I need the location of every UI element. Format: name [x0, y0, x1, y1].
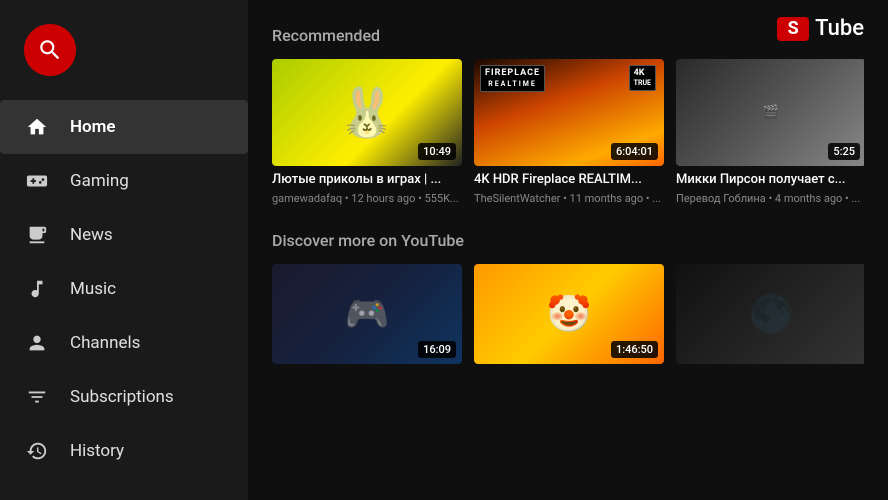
video-card-d2[interactable]: 🤡 1:46:50	[474, 264, 664, 364]
sidebar-item-subscriptions-label: Subscriptions	[70, 387, 174, 407]
search-button[interactable]	[24, 24, 76, 76]
thumb-char-d2: 🤡	[547, 293, 592, 335]
main-content: S Tube Recommended 🐰 10:49 Лютые приколы…	[248, 0, 888, 500]
thumb-char-d1: 🎮	[345, 293, 390, 335]
discover-section: Discover more on YouTube 🎮 16:09 🤡 1:46:…	[272, 225, 864, 364]
top-bar: S Tube	[777, 16, 864, 41]
video-thumb-d2: 🤡 1:46:50	[474, 264, 664, 364]
sidebar: Home Gaming News	[0, 0, 248, 500]
recommended-row: 🐰 10:49 Лютые приколы в играх | ... game…	[272, 59, 864, 205]
gaming-icon	[24, 168, 50, 194]
video-thumb-d3: 🌑	[676, 264, 864, 364]
video-thumb-v2: FIREPLACE REALTIME 4KTRUE 6:04:01	[474, 59, 664, 166]
thumb-4k-badge: 4KTRUE	[629, 65, 656, 91]
video-card-d3[interactable]: 🌑	[676, 264, 864, 364]
thumb-badge-v2: FIREPLACE REALTIME	[480, 65, 545, 92]
video-duration-d1: 16:09	[418, 341, 456, 358]
video-thumb-v3: 🎬 5:25	[676, 59, 864, 166]
music-icon	[24, 276, 50, 302]
video-meta-v2: TheSilentWatcher • 11 months ago • ...	[474, 192, 664, 205]
video-meta-v3: Перевод Гоблина • 4 months ago • ...	[676, 192, 864, 205]
video-card-v3[interactable]: 🎬 5:25 Микки Пирсон получает с... Перево…	[676, 59, 864, 205]
video-title-v2: 4K HDR Fireplace REALTIM...	[474, 172, 664, 189]
sidebar-item-history-label: History	[70, 441, 124, 461]
yt-logo-text: Tube	[815, 16, 864, 41]
discover-title: Discover more on YouTube	[272, 225, 864, 250]
search-icon	[37, 37, 63, 63]
history-icon	[24, 438, 50, 464]
recommended-section: Recommended 🐰 10:49 Лютые приколы в игра…	[272, 20, 864, 205]
sidebar-item-subscriptions[interactable]: Subscriptions	[0, 370, 248, 424]
video-card-v1[interactable]: 🐰 10:49 Лютые приколы в играх | ... game…	[272, 59, 462, 205]
sidebar-item-history[interactable]: History	[0, 424, 248, 478]
recommended-title: Recommended	[272, 20, 864, 45]
search-btn-wrap	[0, 16, 248, 100]
discover-row: 🎮 16:09 🤡 1:46:50 🌑 BO	[272, 264, 864, 364]
video-thumb-d1: 🎮 16:09	[272, 264, 462, 364]
home-icon	[24, 114, 50, 140]
sidebar-item-music-label: Music	[70, 279, 116, 299]
thumb-char-d3: 🌑	[749, 293, 794, 335]
channels-icon	[24, 330, 50, 356]
sidebar-item-channels-label: Channels	[70, 333, 140, 353]
sidebar-item-gaming-label: Gaming	[70, 171, 129, 191]
video-info-v1: Лютые приколы в играх | ... gamewadafaq …	[272, 166, 462, 205]
video-info-v2: 4K HDR Fireplace REALTIM... TheSilentWat…	[474, 166, 664, 205]
sidebar-item-home-label: Home	[70, 117, 116, 137]
yt-logo-s: S	[777, 17, 809, 41]
video-meta-v1: gamewadafaq • 12 hours ago • 555K...	[272, 192, 462, 205]
news-icon	[24, 222, 50, 248]
video-thumb-v1: 🐰 10:49	[272, 59, 462, 166]
sidebar-item-channels[interactable]: Channels	[0, 316, 248, 370]
sidebar-item-home[interactable]: Home	[0, 100, 248, 154]
subscriptions-icon	[24, 384, 50, 410]
video-title-v1: Лютые приколы в играх | ...	[272, 172, 462, 189]
video-duration-v3: 5:25	[828, 143, 860, 160]
sidebar-item-gaming[interactable]: Gaming	[0, 154, 248, 208]
video-duration-v1: 10:49	[418, 143, 456, 160]
video-duration-v2: 6:04:01	[611, 143, 658, 160]
sidebar-item-music[interactable]: Music	[0, 262, 248, 316]
video-card-v2[interactable]: FIREPLACE REALTIME 4KTRUE 6:04:01 4K HDR…	[474, 59, 664, 205]
video-card-d1[interactable]: 🎮 16:09	[272, 264, 462, 364]
sidebar-item-news-label: News	[70, 225, 113, 245]
nav-items: Home Gaming News	[0, 100, 248, 500]
video-info-v3: Микки Пирсон получает с... Перевод Гобли…	[676, 166, 864, 205]
video-duration-d2: 1:46:50	[611, 341, 658, 358]
video-title-v3: Микки Пирсон получает с...	[676, 172, 864, 189]
sidebar-item-news[interactable]: News	[0, 208, 248, 262]
